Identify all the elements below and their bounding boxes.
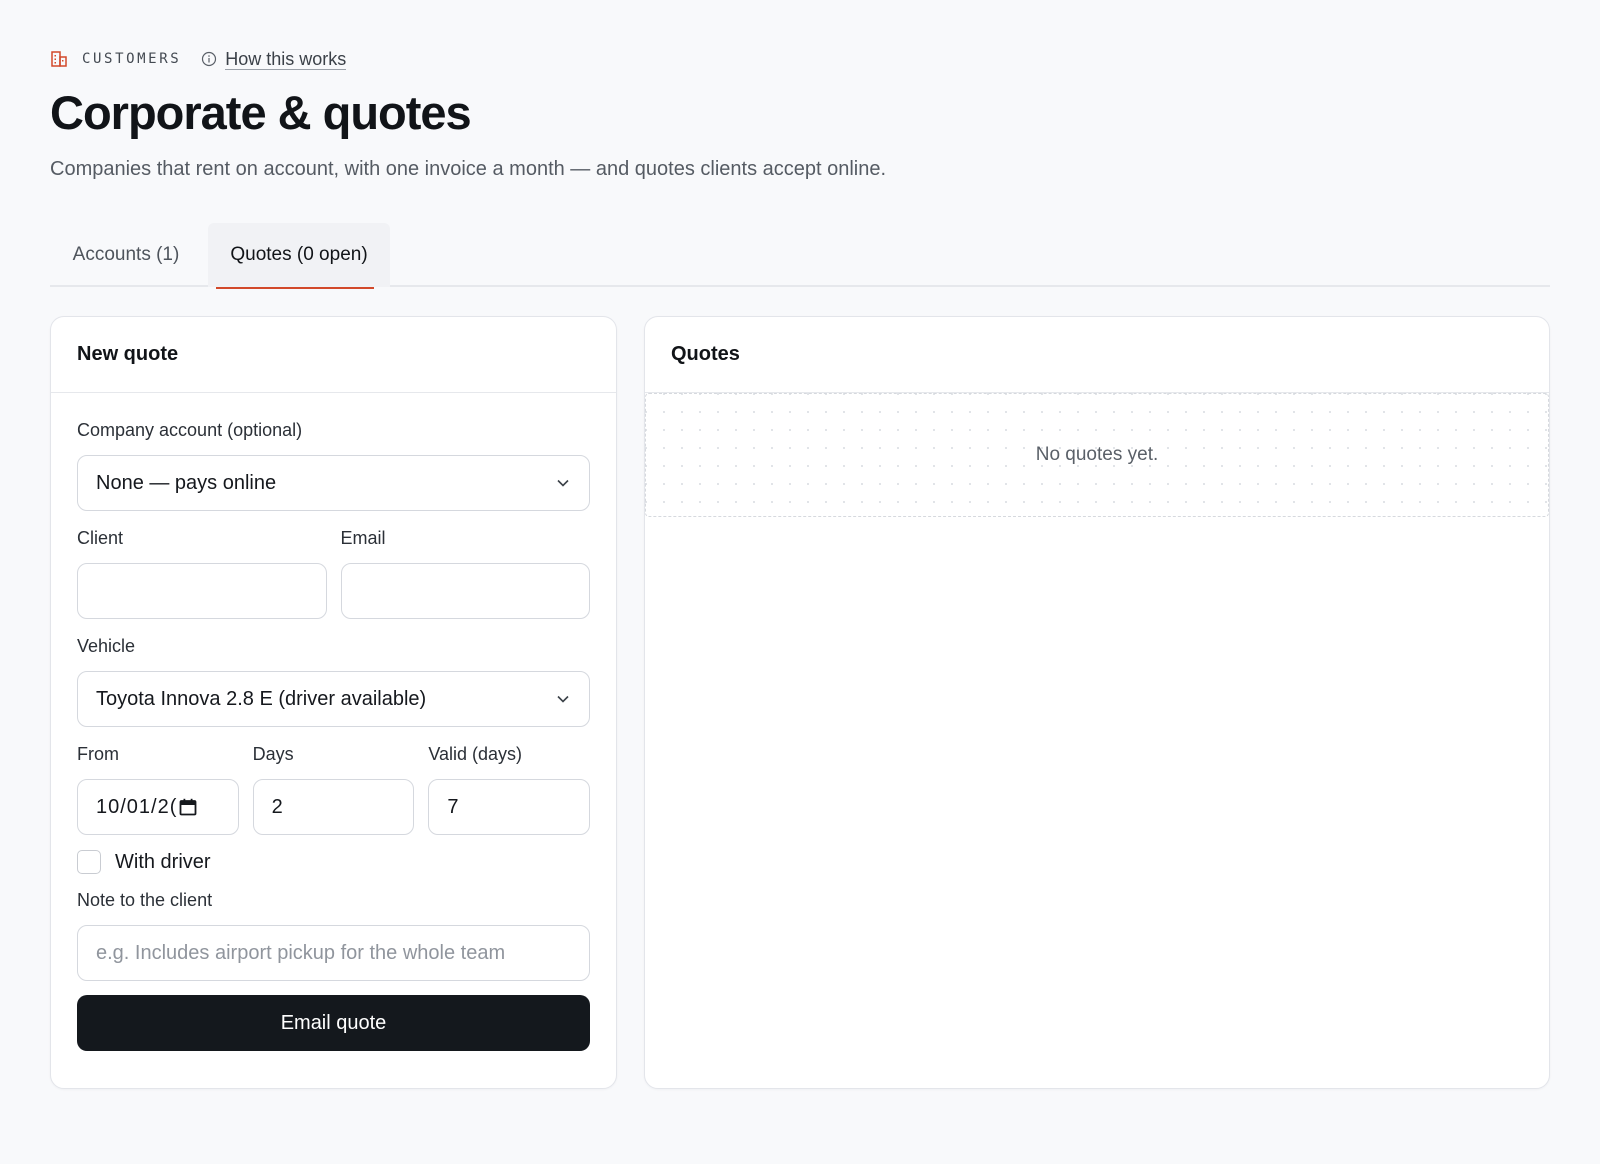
- building-icon: [51, 51, 67, 67]
- new-quote-title: New quote: [51, 317, 616, 393]
- company-account-label: Company account (optional): [77, 420, 303, 440]
- new-quote-form: Company account (optional) None — pays o…: [51, 393, 616, 1051]
- email-input[interactable]: [340, 563, 590, 619]
- page-title: Corporate & quotes: [50, 86, 472, 139]
- company-account-select[interactable]: None — pays online: [77, 455, 590, 511]
- page: CUSTOMERS How this works Corporate & quo…: [0, 0, 1600, 1164]
- eyebrow: CUSTOMERS How this works: [50, 48, 1550, 70]
- with-driver-label: With driver: [115, 850, 211, 873]
- with-driver-row[interactable]: With driver: [77, 847, 590, 877]
- client-input[interactable]: [77, 563, 327, 619]
- tab-accounts[interactable]: Accounts (1): [50, 223, 202, 287]
- active-tab-indicator: [216, 287, 374, 289]
- tab-accounts-label: Accounts (1): [72, 244, 180, 265]
- days-input[interactable]: 2: [252, 779, 415, 835]
- quotes-title: Quotes: [645, 317, 1549, 393]
- new-quote-card: New quote Company account (optional) Non…: [50, 316, 617, 1089]
- empty-state-text: No quotes yet.: [1035, 444, 1159, 465]
- how-this-works-link[interactable]: How this works: [225, 49, 347, 70]
- eyebrow-label: CUSTOMERS: [82, 51, 182, 67]
- valid-days-input[interactable]: 7: [428, 779, 591, 835]
- days-value: 2: [271, 795, 283, 818]
- valid-days-value: 7: [447, 795, 459, 818]
- with-driver-checkbox[interactable]: [77, 850, 101, 874]
- company-account-value: None — pays online: [96, 471, 277, 494]
- tab-quotes-label: Quotes (0 open): [230, 244, 368, 265]
- chevron-down-icon: [557, 479, 569, 487]
- valid-days-label: Valid (days): [428, 744, 523, 764]
- page-subtitle: Companies that rent on account, with one…: [50, 158, 887, 180]
- note-input[interactable]: e.g. Includes airport pickup for the who…: [77, 925, 590, 981]
- days-label: Days: [252, 744, 294, 764]
- email-label: Email: [340, 528, 386, 548]
- help-link-group[interactable]: How this works: [201, 49, 347, 70]
- calendar-icon[interactable]: [179, 798, 197, 816]
- email-quote-button[interactable]: Email quote: [77, 995, 590, 1051]
- vehicle-select[interactable]: Toyota Innova 2.8 E (driver available): [77, 671, 590, 727]
- note-label: Note to the client: [77, 890, 213, 910]
- quotes-empty-state: No quotes yet.: [645, 393, 1549, 517]
- info-icon: [202, 51, 217, 67]
- from-date-value: 10/01/2(: [96, 795, 178, 818]
- tab-bar: Accounts (1) Quotes (0 open): [50, 223, 1550, 289]
- from-date-input[interactable]: 10/01/2(: [77, 779, 239, 835]
- note-placeholder: e.g. Includes airport pickup for the who…: [96, 941, 506, 964]
- from-label: From: [77, 744, 119, 764]
- vehicle-value: Toyota Innova 2.8 E (driver available): [96, 687, 427, 710]
- quotes-card: Quotes No quotes yet.: [644, 316, 1550, 1089]
- vehicle-label: Vehicle: [77, 636, 136, 656]
- client-label: Client: [77, 528, 124, 548]
- chevron-down-icon: [557, 695, 569, 703]
- tab-quotes[interactable]: Quotes (0 open): [208, 223, 390, 289]
